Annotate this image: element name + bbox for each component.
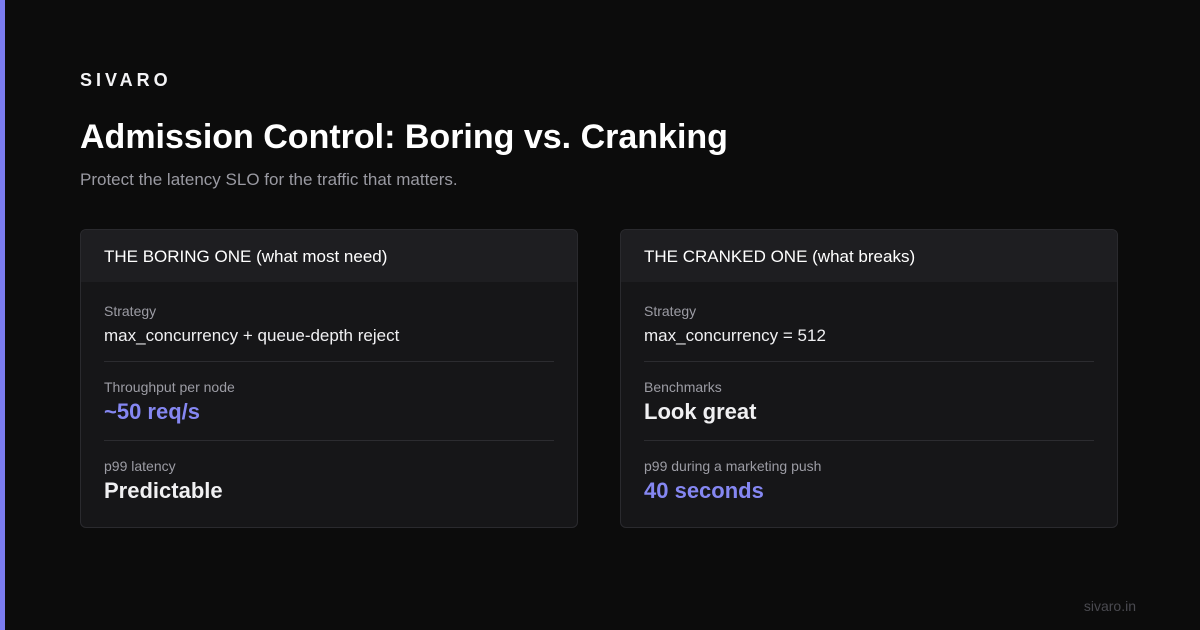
cranked-strategy-label: Strategy <box>644 303 697 319</box>
boring-latency-value: Predictable <box>104 478 223 503</box>
boring-card-header: THE BORING ONE (what most need) <box>81 230 577 282</box>
boring-throughput-value: ~50 req/s <box>104 399 201 424</box>
footer-site-link[interactable]: sivaro.in <box>1084 598 1136 614</box>
cranked-card: THE CRANKED ONE (what breaks) Strategy m… <box>620 229 1118 528</box>
boring-throughput-label: Throughput per node <box>104 379 235 395</box>
boring-strategy-label: Strategy <box>104 303 157 319</box>
boring-strategy-row: Strategy max_concurrency + queue-depth r… <box>104 302 554 362</box>
cranked-benchmarks-label: Benchmarks <box>644 379 722 395</box>
cranked-card-header: THE CRANKED ONE (what breaks) <box>621 230 1117 282</box>
page-subtitle: Protect the latency SLO for the traffic … <box>80 170 458 189</box>
page-title: Admission Control: Boring vs. Cranking <box>80 118 728 156</box>
boring-strategy-value: max_concurrency + queue-depth reject <box>104 326 400 345</box>
boring-latency-label: p99 latency <box>104 458 176 474</box>
boring-card: THE BORING ONE (what most need) Strategy… <box>80 229 578 528</box>
cranked-latency-label: p99 during a marketing push <box>644 458 822 474</box>
cranked-latency-value: 40 seconds <box>644 478 764 503</box>
brand-logo-text: SIVARO <box>80 70 172 90</box>
cranked-strategy-value: max_concurrency = 512 <box>644 326 826 345</box>
boring-latency-row: p99 latency Predictable <box>104 457 554 519</box>
cranked-card-body: Strategy max_concurrency = 512 Benchmark… <box>621 282 1117 519</box>
boring-card-body: Strategy max_concurrency + queue-depth r… <box>81 282 577 519</box>
left-accent-bar <box>0 0 5 630</box>
cranked-latency-row: p99 during a marketing push 40 seconds <box>644 457 1094 519</box>
boring-throughput-row: Throughput per node ~50 req/s <box>104 378 554 441</box>
cranked-benchmarks-value: Look great <box>644 399 757 424</box>
cranked-benchmarks-row: Benchmarks Look great <box>644 378 1094 441</box>
cranked-strategy-row: Strategy max_concurrency = 512 <box>644 302 1094 362</box>
